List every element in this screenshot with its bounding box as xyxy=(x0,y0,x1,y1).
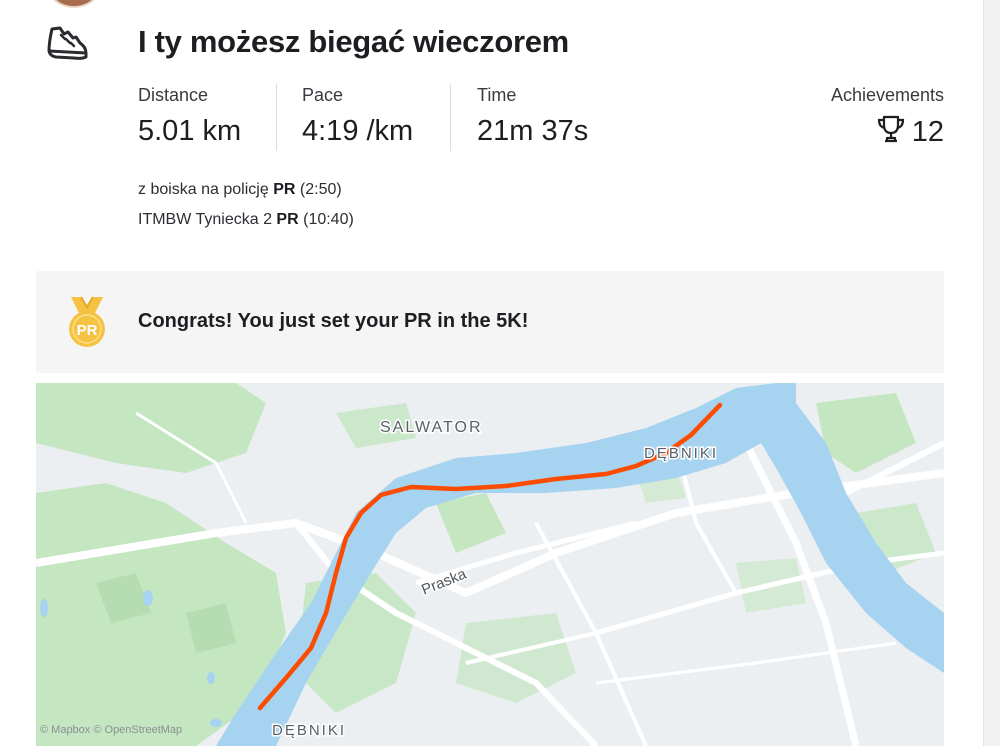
segment-pr-item[interactable]: z boiska na policję PR (2:50) xyxy=(138,180,354,200)
achievements-label: Achievements xyxy=(830,85,944,105)
stat-time: Time 21m 37s xyxy=(477,84,588,148)
segment-list: z boiska na policję PR (2:50) ITMBW Tyni… xyxy=(138,180,354,240)
segment-name[interactable]: z boiska na policję xyxy=(138,181,269,198)
segment-pr-badge: PR xyxy=(276,211,299,228)
congrats-text: Congrats! You just set your PR in the 5K… xyxy=(138,310,529,332)
avatar[interactable] xyxy=(49,0,99,8)
map-attribution[interactable]: © Mapbox © OpenStreetMap xyxy=(40,724,182,736)
segment-name[interactable]: ITMBW Tyniecka 2 xyxy=(138,211,272,228)
stat-time-value: 21m 37s xyxy=(477,115,589,147)
scrollbar[interactable] xyxy=(983,0,1000,746)
stat-time-label: Time xyxy=(477,85,517,105)
stat-pace: Pace 4:19 /km xyxy=(302,84,413,148)
route-map[interactable]: SALWATOR DĘBNIKI DĘBNIKI Praska © Mapbox… xyxy=(36,383,944,746)
pr-congrats-banner: PR Congrats! You just set your PR in the… xyxy=(36,271,944,373)
trophy-icon xyxy=(876,114,906,149)
stat-pace-label: Pace xyxy=(302,85,344,105)
stat-distance-value: 5.01 km xyxy=(138,115,242,147)
achievements[interactable]: Achievements 12 xyxy=(831,84,944,149)
pr-medal-icon: PR xyxy=(65,295,109,349)
map-label-debniki: DĘBNIKI xyxy=(644,445,718,462)
running-shoe-icon xyxy=(44,24,90,64)
achievements-count: 12 xyxy=(911,115,944,148)
stat-pace-value: 4:19 /km xyxy=(302,115,414,147)
segment-pr-badge: PR xyxy=(273,181,296,198)
stat-distance: Distance 5.01 km xyxy=(138,84,241,148)
stat-distance-label: Distance xyxy=(138,85,209,105)
segment-pr-item[interactable]: ITMBW Tyniecka 2 PR (10:40) xyxy=(138,210,354,230)
activity-title: I ty możesz biegać wieczorem xyxy=(138,24,569,59)
map-label-debniki: DĘBNIKI xyxy=(272,722,346,739)
segment-time: (10:40) xyxy=(303,211,354,228)
map-label-salwator: SALWATOR xyxy=(380,419,483,436)
segment-time: (2:50) xyxy=(299,181,342,198)
stat-divider xyxy=(450,84,451,151)
pr-medal-text: PR xyxy=(77,322,98,339)
stat-divider xyxy=(276,84,277,151)
